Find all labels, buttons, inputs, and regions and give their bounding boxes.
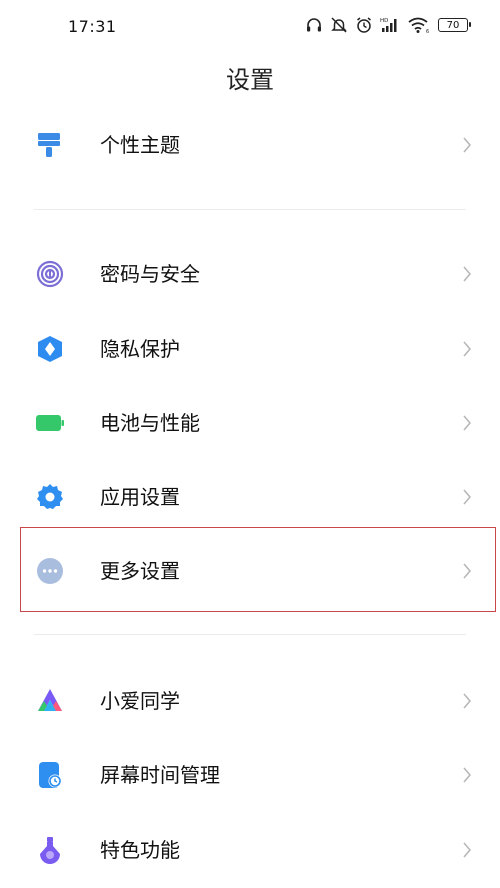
status-icons: HD 6 70	[305, 16, 471, 34]
chevron-right-icon	[462, 264, 472, 284]
screen-time-icon	[36, 761, 64, 789]
chevron-right-icon	[462, 487, 472, 507]
theme-brush-icon	[36, 131, 64, 159]
chevron-right-icon	[462, 135, 472, 155]
settings-item-theme[interactable]: 个性主题	[0, 115, 500, 175]
chevron-right-icon	[462, 339, 472, 359]
chevron-right-icon	[462, 765, 472, 785]
chevron-right-icon	[462, 840, 472, 860]
status-time: 17:31	[68, 17, 117, 36]
settings-item-password-security[interactable]: 密码与安全	[0, 244, 500, 304]
settings-item-special-features[interactable]: 特色功能	[0, 820, 500, 880]
settings-item-label: 密码与安全	[100, 262, 200, 286]
wifi-icon: 6	[407, 16, 431, 34]
settings-item-screen-time[interactable]: 屏幕时间管理	[0, 745, 500, 805]
settings-item-battery-performance[interactable]: 电池与性能	[0, 393, 500, 453]
svg-text:6: 6	[426, 29, 429, 34]
gear-icon	[36, 483, 64, 511]
svg-text:HD: HD	[380, 18, 388, 24]
highlight-box	[20, 527, 496, 612]
settings-item-label: 隐私保护	[100, 337, 180, 361]
privacy-shield-icon	[36, 335, 64, 363]
page-title: 设置	[226, 66, 274, 94]
settings-item-label: 屏幕时间管理	[100, 763, 220, 787]
battery-icon: 70	[438, 18, 471, 32]
settings-item-label: 特色功能	[100, 838, 180, 862]
battery-performance-icon	[36, 409, 64, 437]
settings-item-label: 个性主题	[100, 133, 180, 157]
special-feature-icon	[36, 836, 64, 864]
chevron-right-icon	[462, 691, 472, 711]
settings-item-privacy[interactable]: 隐私保护	[0, 319, 500, 379]
headphones-icon	[305, 16, 323, 34]
mute-bell-icon	[330, 16, 348, 34]
settings-item-label: 小爱同学	[100, 689, 180, 713]
fingerprint-icon	[36, 260, 64, 288]
signal-icon: HD	[380, 16, 400, 34]
settings-item-xiaoai[interactable]: 小爱同学	[0, 671, 500, 731]
settings-item-label: 电池与性能	[100, 411, 200, 435]
section-divider	[34, 634, 466, 635]
xiaoai-icon	[36, 687, 64, 715]
alarm-icon	[355, 16, 373, 34]
status-bar: 17:31 HD 6 70	[0, 0, 500, 56]
section-divider	[34, 209, 466, 210]
chevron-right-icon	[462, 413, 472, 433]
settings-item-app-settings[interactable]: 应用设置	[0, 467, 500, 527]
settings-item-label: 应用设置	[100, 485, 180, 509]
